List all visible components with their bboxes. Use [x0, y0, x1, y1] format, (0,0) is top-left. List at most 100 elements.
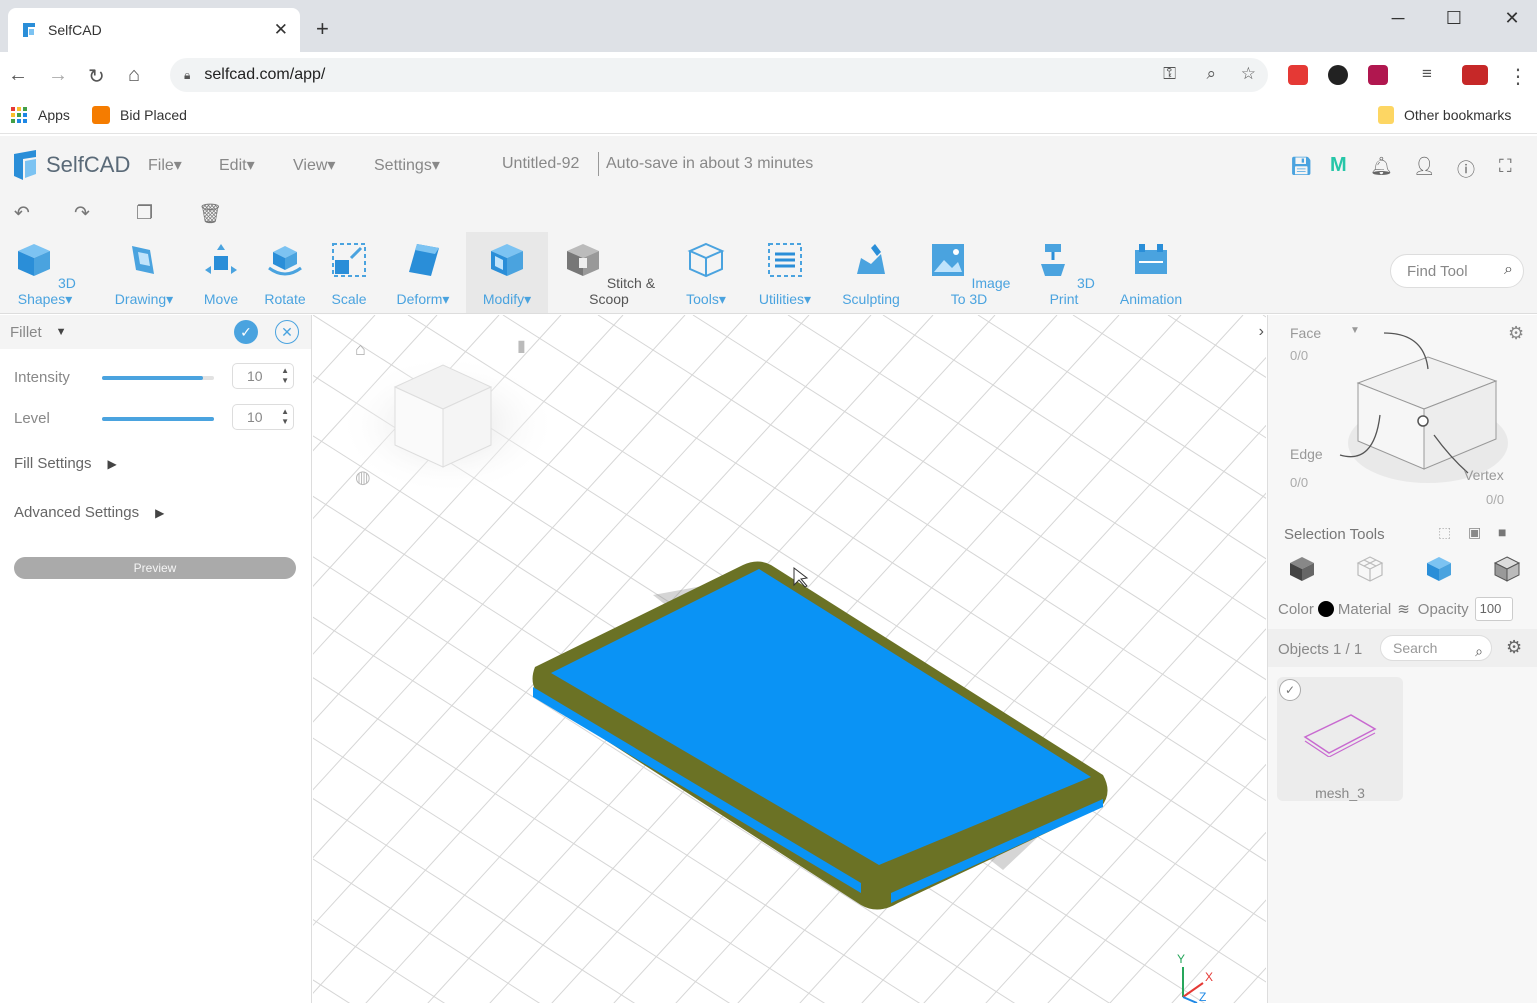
user-icon[interactable]: 👤︎: [1413, 156, 1436, 177]
stepper-arrows-icon[interactable]: ▲ ▼: [281, 366, 289, 386]
object-checkbox[interactable]: ✓: [1279, 679, 1301, 701]
tool-sculpting[interactable]: Sculpting: [836, 240, 906, 307]
redo-icon[interactable]: ↷: [74, 202, 90, 225]
quick-actions-bar: ↶ ↷ ❐ 🗑︎: [0, 194, 1537, 232]
tool-move[interactable]: Move: [198, 240, 244, 307]
extension-icon[interactable]: [1328, 65, 1348, 85]
home-view-icon[interactable]: ⌂: [355, 339, 366, 359]
media-icon[interactable]: ≡: [1422, 64, 1432, 84]
chevron-down-icon[interactable]: ▼: [56, 326, 67, 338]
opacity-input[interactable]: 100: [1474, 597, 1513, 621]
menu-view[interactable]: View▾: [293, 155, 335, 175]
shaded-mode-icon[interactable]: [1493, 555, 1521, 583]
project-name[interactable]: Untitled-92: [502, 155, 579, 173]
globe-icon[interactable]: ◍: [355, 467, 371, 487]
gear-icon[interactable]: ⚙: [1506, 637, 1522, 658]
tool-3d-shapes[interactable]: 3D Shapes▾: [2, 240, 88, 308]
bookmark-bid-placed[interactable]: Bid Placed: [92, 106, 187, 124]
preview-button[interactable]: Preview: [14, 557, 296, 579]
extension-icon[interactable]: [1288, 65, 1308, 85]
extension-icon[interactable]: [1368, 65, 1388, 85]
tool-deform[interactable]: Deform▾: [388, 240, 458, 308]
fullscreen-icon[interactable]: ⛶: [1499, 156, 1512, 177]
menu-edit[interactable]: Edit▾: [219, 155, 255, 175]
advanced-settings-expander[interactable]: Advanced Settings ▶: [14, 504, 164, 521]
level-input[interactable]: 10 ▲ ▼: [232, 404, 294, 430]
tool-drawing[interactable]: Drawing▾: [108, 240, 180, 308]
save-icon[interactable]: 💾︎: [1290, 156, 1313, 177]
star-icon[interactable]: ☆: [1241, 64, 1256, 84]
maximize-icon[interactable]: ☐: [1434, 8, 1474, 29]
select-object-icon[interactable]: ■: [1498, 524, 1506, 540]
search-icon[interactable]: ⌕: [1504, 261, 1513, 279]
face-label[interactable]: Face: [1290, 325, 1321, 341]
info-icon[interactable]: ⓘ: [1457, 156, 1475, 182]
viewport-canvas[interactable]: ⌂ ▮ ◍ Y X Z: [313, 315, 1266, 1003]
light-icon[interactable]: ▮: [517, 338, 526, 355]
material-label[interactable]: Material: [1338, 601, 1391, 618]
wireframe-mode-icon[interactable]: [1356, 555, 1384, 583]
vertex-count: 0/0: [1486, 492, 1505, 507]
m-logo-icon[interactable]: M: [1330, 154, 1347, 177]
level-row: Level 10 ▲ ▼: [14, 404, 304, 434]
fill-settings-expander[interactable]: Fill Settings ▶: [14, 455, 117, 472]
tool-scale[interactable]: Scale: [326, 240, 372, 307]
select-box-icon[interactable]: ▣: [1468, 524, 1481, 541]
forward-icon[interactable]: →: [48, 64, 68, 87]
material-icon[interactable]: ≋: [1397, 600, 1410, 618]
copy-icon[interactable]: ❐: [136, 202, 153, 225]
color-swatch[interactable]: [1317, 601, 1334, 617]
delete-icon[interactable]: 🗑︎: [198, 202, 222, 226]
minimize-icon[interactable]: ─: [1378, 8, 1418, 29]
close-tab-icon[interactable]: ✕: [274, 20, 288, 40]
tool-tools[interactable]: Tools▾: [678, 240, 734, 308]
select-pointer-icon[interactable]: ⬚: [1438, 524, 1451, 541]
bell-icon[interactable]: 🔔︎: [1370, 156, 1393, 177]
modify-icon: [491, 244, 523, 276]
find-tool-input[interactable]: Find Tool ⌕: [1390, 254, 1524, 288]
edge-label[interactable]: Edge: [1290, 446, 1323, 462]
tool-utilities[interactable]: Utilities▾: [750, 240, 820, 308]
new-tab-icon[interactable]: +: [316, 16, 329, 42]
selfcad-logo[interactable]: SelfCAD: [10, 148, 130, 182]
3d-viewport[interactable]: ⌂ ▮ ◍ Y X Z ›: [313, 315, 1266, 1003]
solid-mode-icon[interactable]: [1288, 555, 1316, 583]
tool-animation[interactable]: Animation: [1112, 240, 1190, 307]
intensity-input[interactable]: 10 ▲ ▼: [232, 363, 294, 389]
tool-stitch-scoop[interactable]: Stitch & Scoop: [556, 240, 662, 307]
objects-search-input[interactable]: Search ⌕: [1380, 635, 1492, 661]
vertex-label[interactable]: Vertex: [1464, 467, 1504, 483]
menu-file[interactable]: File▾: [148, 155, 182, 175]
other-bookmarks[interactable]: Other bookmarks: [1378, 106, 1511, 124]
fillet-title[interactable]: Fillet: [10, 324, 42, 341]
stepper-arrows-icon[interactable]: ▲ ▼: [281, 407, 289, 427]
undo-icon[interactable]: ↶: [14, 202, 30, 225]
home-icon[interactable]: ⌂: [128, 64, 140, 87]
extension-icon[interactable]: [1462, 65, 1488, 85]
tool-3d-print[interactable]: 3D Print: [1032, 240, 1096, 307]
object-card[interactable]: ✓ mesh_3: [1277, 677, 1403, 801]
grid-line: [1072, 315, 1266, 439]
navigation-cube[interactable]: [338, 355, 558, 495]
key-icon[interactable]: ⚿: [1163, 64, 1176, 84]
search-icon[interactable]: ⌕: [1475, 639, 1483, 663]
face-mode-icon[interactable]: [1425, 555, 1453, 583]
collapse-right-panel-icon[interactable]: ›: [1259, 323, 1264, 341]
zoom-icon[interactable]: ⌕: [1206, 64, 1216, 84]
window-close-icon[interactable]: ✕: [1492, 8, 1532, 29]
url-bar[interactable]: 🔒︎ selfcad.com/app/ ⚿ ⌕ ☆: [170, 58, 1268, 92]
header-divider: [598, 152, 599, 176]
intensity-slider[interactable]: [102, 376, 214, 380]
back-icon[interactable]: ←: [8, 64, 28, 87]
browser-tab[interactable]: SelfCAD ✕: [8, 8, 300, 52]
reload-icon[interactable]: ↻: [88, 64, 105, 89]
cancel-x-button[interactable]: ✕: [275, 320, 299, 344]
bookmark-apps[interactable]: Apps: [10, 106, 70, 124]
tool-rotate[interactable]: Rotate: [260, 240, 310, 307]
tool-modify[interactable]: Modify▾: [466, 232, 548, 313]
tool-image-to-3d[interactable]: Image To 3D: [922, 240, 1016, 307]
menu-settings[interactable]: Settings▾: [374, 155, 440, 175]
level-slider[interactable]: [102, 417, 214, 421]
kebab-menu-icon[interactable]: ⋮: [1508, 64, 1528, 89]
apply-check-button[interactable]: ✓: [234, 320, 258, 344]
